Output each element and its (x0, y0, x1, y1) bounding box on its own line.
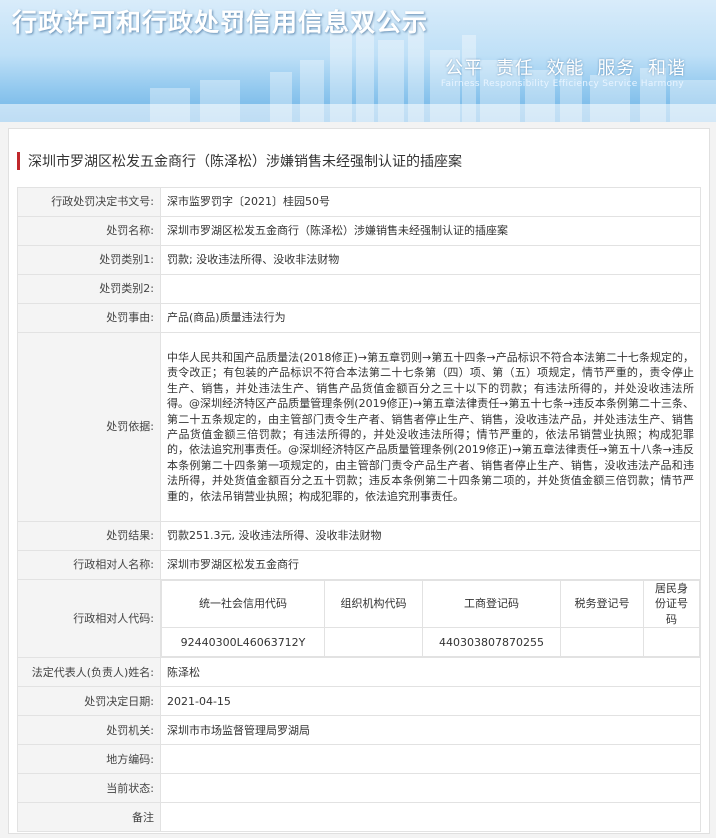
label-decision-no: 行政处罚决定书文号: (17, 187, 161, 217)
label-penalty-name: 处罚名称: (17, 216, 161, 246)
header-banner: 行政许可和行政处罚信用信息双公示 公平 责任 效能 服务 和谐 Fairness… (0, 0, 716, 122)
row-party-code: 行政相对人代码: 统一社会信用代码 组织机构代码 工商登记码 税务登记号 居民身… (17, 578, 701, 659)
value-party-name: 深圳市罗湖区松发五金商行 (160, 550, 701, 580)
row-reason: 处罚事由: 产品(商品)质量违法行为 (17, 303, 701, 333)
value-decision-no: 深市监罗罚字〔2021〕桂园50号 (160, 187, 701, 217)
party-code-cell: 统一社会信用代码 组织机构代码 工商登记码 税务登记号 居民身份证号码 9244… (160, 578, 701, 659)
row-result: 处罚结果: 罚款251.3元, 没收违法所得、没收非法财物 (17, 521, 701, 551)
value-penalty-name: 深圳市罗湖区松发五金商行（陈泽松）涉嫌销售未经强制认证的插座案 (160, 216, 701, 246)
value-id-number (643, 627, 700, 658)
value-remark (160, 802, 701, 833)
case-title: 深圳市罗湖区松发五金商行（陈泽松）涉嫌销售未经强制认证的插座案 (17, 151, 462, 171)
value-status (160, 773, 701, 804)
label-result: 处罚结果: (17, 521, 161, 551)
banner-title: 行政许可和行政处罚信用信息双公示 (12, 8, 429, 37)
row-penalty-name: 处罚名称: 深圳市罗湖区松发五金商行（陈泽松）涉嫌销售未经强制认证的插座案 (17, 216, 701, 246)
header-business-reg: 工商登记码 (422, 579, 561, 629)
party-code-table: 统一社会信用代码 组织机构代码 工商登记码 税务登记号 居民身份证号码 9244… (161, 579, 700, 658)
row-authority: 处罚机关: 深圳市市场监督管理局罗湖局 (17, 715, 701, 746)
value-local-code (160, 744, 701, 775)
value-tax-reg (560, 627, 644, 658)
value-basis: 中华人民共和国产品质量法(2018修正)→第五章罚则→第五十四条→产品标识不符合… (160, 332, 701, 522)
value-category2 (160, 274, 701, 304)
title-accent-bar (17, 152, 20, 170)
label-category2: 处罚类别2: (17, 274, 161, 304)
row-local-code: 地方编码: (17, 744, 701, 775)
label-party-name: 行政相对人名称: (17, 550, 161, 580)
row-party-name: 行政相对人名称: 深圳市罗湖区松发五金商行 (17, 550, 701, 580)
row-category2: 处罚类别2: (17, 274, 701, 304)
label-basis: 处罚依据: (17, 332, 161, 522)
label-decision-date: 处罚决定日期: (17, 686, 161, 717)
header-org-code: 组织机构代码 (324, 579, 423, 629)
banner-slogan: 公平 责任 效能 服务 和谐 (445, 58, 686, 79)
value-credit-code: 92440300L46063712Y (161, 627, 325, 658)
label-party-code: 行政相对人代码: (17, 578, 161, 659)
label-status: 当前状态: (17, 773, 161, 804)
party-code-value-row: 92440300L46063712Y 440303807870255 (161, 627, 700, 658)
label-category1: 处罚类别1: (17, 245, 161, 275)
row-remark: 备注 (17, 802, 701, 833)
label-authority: 处罚机关: (17, 715, 161, 746)
value-reason: 产品(商品)质量违法行为 (160, 303, 701, 333)
row-decision-no: 行政处罚决定书文号: 深市监罗罚字〔2021〕桂园50号 (17, 187, 701, 217)
main-panel: 深圳市罗湖区松发五金商行（陈泽松）涉嫌销售未经强制认证的插座案 行政处罚决定书文… (8, 128, 710, 834)
banner-slogan-english: Fairness Responsibility Efficiency Servi… (440, 79, 684, 89)
penalty-info-table: 行政处罚决定书文号: 深市监罗罚字〔2021〕桂园50号 处罚名称: 深圳市罗湖… (17, 187, 701, 833)
value-org-code (324, 627, 423, 658)
label-legal-rep: 法定代表人(负责人)姓名: (17, 657, 161, 688)
value-business-reg: 440303807870255 (422, 627, 561, 658)
row-basis: 处罚依据: 中华人民共和国产品质量法(2018修正)→第五章罚则→第五十四条→产… (17, 332, 701, 522)
header-tax-reg: 税务登记号 (560, 579, 644, 629)
party-code-header-row: 统一社会信用代码 组织机构代码 工商登记码 税务登记号 居民身份证号码 (161, 579, 700, 629)
row-legal-rep: 法定代表人(负责人)姓名: 陈泽松 (17, 657, 701, 688)
value-result: 罚款251.3元, 没收违法所得、没收非法财物 (160, 521, 701, 551)
header-id-number: 居民身份证号码 (643, 579, 700, 629)
value-legal-rep: 陈泽松 (160, 657, 701, 688)
row-category1: 处罚类别1: 罚款; 没收违法所得、没收非法财物 (17, 245, 701, 275)
row-status: 当前状态: (17, 773, 701, 804)
row-decision-date: 处罚决定日期: 2021-04-15 (17, 686, 701, 717)
value-authority: 深圳市市场监督管理局罗湖局 (160, 715, 701, 746)
value-category1: 罚款; 没收违法所得、没收非法财物 (160, 245, 701, 275)
label-reason: 处罚事由: (17, 303, 161, 333)
label-local-code: 地方编码: (17, 744, 161, 775)
value-decision-date: 2021-04-15 (160, 686, 701, 717)
header-credit-code: 统一社会信用代码 (161, 579, 325, 629)
label-remark: 备注 (17, 802, 161, 833)
case-title-text: 深圳市罗湖区松发五金商行（陈泽松）涉嫌销售未经强制认证的插座案 (28, 154, 462, 170)
